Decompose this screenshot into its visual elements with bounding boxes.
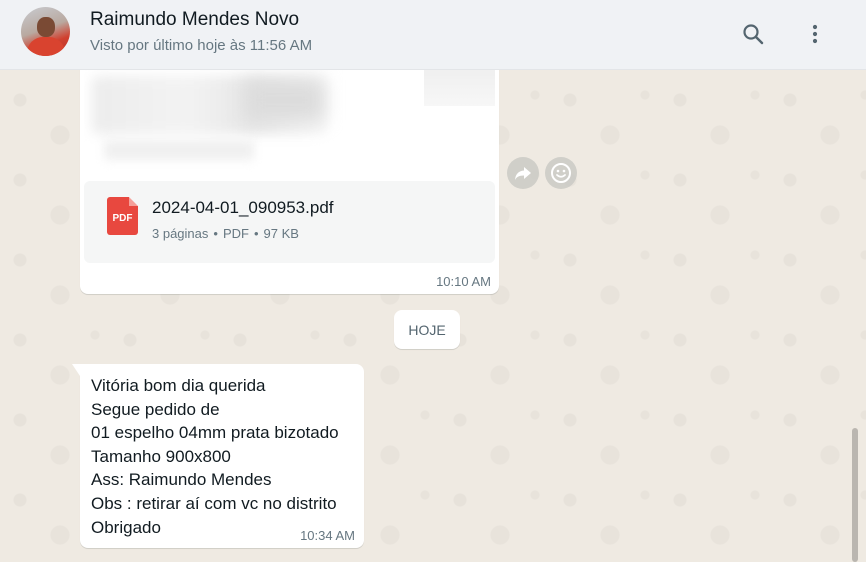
chat-scrollbar[interactable] xyxy=(852,428,858,562)
date-divider: HOJE xyxy=(394,310,460,349)
smiley-icon xyxy=(551,163,571,183)
message-line: Ass: Raimundo Mendes xyxy=(91,470,272,490)
message-text: Vitória bom dia querida Segue pedido de … xyxy=(91,374,339,539)
contact-avatar[interactable] xyxy=(21,7,70,56)
text-message: Vitória bom dia querida Segue pedido de … xyxy=(72,364,364,548)
search-icon xyxy=(743,24,764,45)
message-line: Tamanho 900x800 xyxy=(91,446,231,466)
pdf-icon-label: PDF xyxy=(112,213,133,224)
document-filename: 2024-04-01_090953.pdf xyxy=(152,198,334,217)
react-button[interactable] xyxy=(545,157,577,189)
last-seen-status: Visto por último hoje às 11:56 AM xyxy=(90,37,313,54)
message-line: Vitória bom dia querida xyxy=(91,376,266,395)
document-pages: 3 páginas xyxy=(152,226,209,241)
document-meta: 3 páginas • PDF • 97 KB xyxy=(152,226,299,241)
forward-button[interactable] xyxy=(507,157,539,189)
document-size: 97 KB xyxy=(263,226,299,241)
message-line: 01 espelho 04mm prata bizotado xyxy=(91,423,339,443)
document-type: PDF xyxy=(222,226,249,241)
forward-icon xyxy=(515,167,531,180)
document-message: PDF 2024-04-01_090953.pdf 3 páginas • PDF •… xyxy=(80,40,499,294)
contact-name[interactable]: Raimundo Mendes Novo xyxy=(90,9,299,31)
message-line: Segue pedido de xyxy=(91,399,220,419)
message-line: Obs : retirar aí com vc no distrito xyxy=(91,493,337,513)
document-card[interactable]: PDF 2024-04-01_090953.pdf 3 páginas • PDF •… xyxy=(84,181,495,263)
menu-button[interactable] xyxy=(798,17,832,51)
chat-header: Raimundo Mendes Novo Visto por último ho… xyxy=(0,0,866,70)
pdf-file-icon: PDF xyxy=(107,197,138,235)
search-button[interactable] xyxy=(736,17,770,51)
message-timestamp: 10:34 AM xyxy=(300,528,355,543)
vertical-dots-icon xyxy=(812,24,818,44)
message-timestamp: 10:10 AM xyxy=(436,274,491,289)
